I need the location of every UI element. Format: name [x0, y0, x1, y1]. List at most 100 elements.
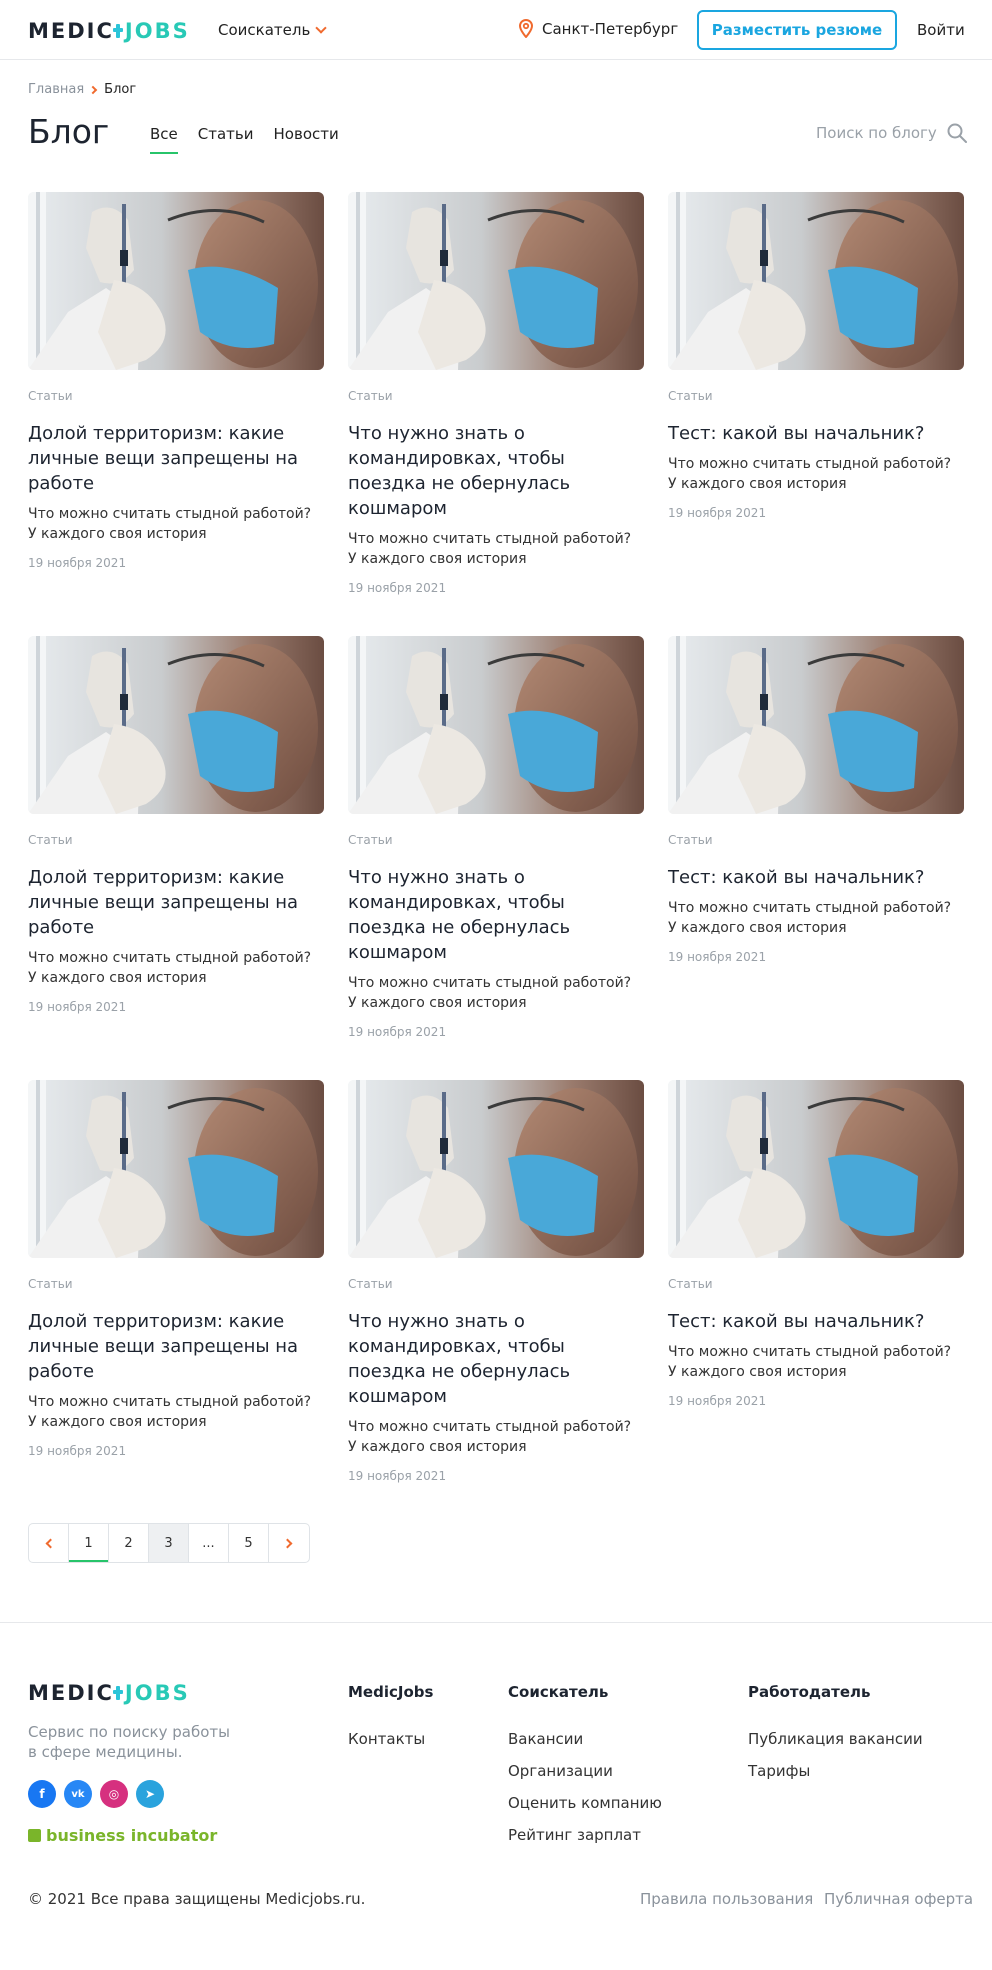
footer-link-contacts[interactable]: Контакты [348, 1723, 433, 1755]
role-dropdown[interactable]: Соискатель [218, 21, 327, 39]
article-card[interactable]: Статьи Тест: какой вы начальник? Что можно… [668, 636, 964, 964]
article-photo[interactable] [28, 636, 324, 814]
pagination-page-5[interactable]: 5 [229, 1524, 269, 1562]
pagination-ellipsis: ... [189, 1524, 229, 1562]
vk-icon[interactable]: vk [64, 1780, 92, 1808]
article-card[interactable]: Статьи Что нужно знать о командировках, ч… [348, 1080, 644, 1483]
article-title[interactable]: Тест: какой вы начальник? [668, 1309, 964, 1334]
site-logo[interactable]: MEDIC JOBS [28, 19, 190, 43]
social-links: f vk ◎ ➤ [28, 1780, 172, 1808]
breadcrumb-current: Блог [104, 82, 137, 97]
article-card[interactable]: Статьи Тест: какой вы начальник? Что можно… [668, 1080, 964, 1408]
incubator-icon [28, 1829, 41, 1842]
article-photo[interactable] [668, 636, 964, 814]
article-category[interactable]: Статьи [28, 389, 324, 405]
article-description: Что можно считать стыдной работой? У каж… [668, 456, 952, 492]
article-date: 19 ноября 2021 [28, 556, 127, 570]
article-title[interactable]: Долой территоризм: какие личные вещи зап… [28, 1309, 324, 1384]
pagination-page-2[interactable]: 2 [109, 1524, 149, 1562]
tab-all[interactable]: Все [150, 125, 178, 154]
article-card[interactable]: Статьи Что нужно знать о командировках, ч… [348, 192, 644, 595]
article-card[interactable]: Статьи Долой территоризм: какие личные ве… [28, 636, 324, 1014]
tab-articles[interactable]: Статьи [198, 125, 254, 154]
search-icon[interactable] [947, 123, 967, 143]
article-photo[interactable] [348, 1080, 644, 1258]
footer-link-rate-company[interactable]: Оценить компанию [508, 1787, 662, 1819]
pagination-prev-button[interactable] [29, 1524, 69, 1562]
article-title[interactable]: Что нужно знать о командировках, чтобы п… [348, 865, 644, 965]
article-photo[interactable] [28, 192, 324, 370]
blog-search[interactable]: Поиск по блогу [816, 123, 967, 143]
article-date: 19 ноября 2021 [28, 1444, 127, 1458]
article-title[interactable]: Долой территоризм: какие личные вещи зап… [28, 865, 324, 940]
logo-cross-icon [112, 1684, 123, 1702]
login-link[interactable]: Войти [917, 21, 965, 39]
tab-news[interactable]: Новости [274, 125, 339, 154]
article-photo[interactable] [668, 1080, 964, 1258]
footer-link-organizations[interactable]: Организации [508, 1755, 662, 1787]
article-description: Что можно считать стыдной работой? У каж… [348, 975, 632, 1011]
article-category[interactable]: Статьи [348, 833, 644, 849]
breadcrumb-home[interactable]: Главная [28, 82, 84, 97]
article-description: Что можно считать стыдной работой? У каж… [668, 1344, 952, 1380]
article-category[interactable]: Статьи [348, 389, 644, 405]
pagination-page-1[interactable]: 1 [69, 1524, 109, 1562]
article-title[interactable]: Что нужно знать о командировках, чтобы п… [348, 421, 644, 521]
blog-tabs: Все Статьи Новости [150, 125, 359, 154]
article-category[interactable]: Статьи [348, 1277, 644, 1293]
article-card[interactable]: Статьи Что нужно знать о командировках, ч… [348, 636, 644, 1039]
public-offer-link[interactable]: Публичная оферта [824, 1890, 973, 1908]
article-category[interactable]: Статьи [668, 833, 964, 849]
instagram-icon[interactable]: ◎ [100, 1780, 128, 1808]
footer-link-salary-rating[interactable]: Рейтинг зарплат [508, 1819, 662, 1851]
article-title[interactable]: Тест: какой вы начальник? [668, 421, 964, 446]
footer-column-title: Работодатель [748, 1683, 871, 1701]
footer-link-post-vacancy[interactable]: Публикация вакансии [748, 1723, 923, 1755]
logo-cross-icon [112, 22, 123, 40]
article-photo[interactable] [348, 636, 644, 814]
copyright-text: © 2021 Все права защищены Medicjobs.ru. [28, 1890, 366, 1908]
article-category[interactable]: Статьи [668, 389, 964, 405]
article-category[interactable]: Статьи [28, 1277, 324, 1293]
pagination-page-3[interactable]: 3 [149, 1524, 189, 1562]
footer-link-vacancies[interactable]: Вакансии [508, 1723, 662, 1755]
article-photo[interactable] [348, 192, 644, 370]
logo-text-medic: MEDIC [28, 1681, 114, 1705]
article-category[interactable]: Статьи [28, 833, 324, 849]
telegram-icon[interactable]: ➤ [136, 1780, 164, 1808]
logo-text-medic: MEDIC [28, 19, 114, 43]
article-title[interactable]: Долой территоризм: какие личные вещи зап… [28, 421, 324, 496]
article-description: Что можно считать стыдной работой? У каж… [348, 1419, 632, 1455]
footer-link-tariffs[interactable]: Тарифы [748, 1755, 923, 1787]
site-header: MEDIC JOBS Соискатель Санкт-Петербург Ра… [0, 0, 992, 60]
page-title: Блог [28, 112, 110, 151]
article-category[interactable]: Статьи [668, 1277, 964, 1293]
article-date: 19 ноября 2021 [668, 506, 767, 520]
article-card[interactable]: Статьи Тест: какой вы начальник? Что можно… [668, 192, 964, 520]
terms-link[interactable]: Правила пользования [640, 1890, 813, 1908]
footer-column-medicjobs: MedicJobs Контакты [348, 1683, 433, 1755]
article-title[interactable]: Тест: какой вы начальник? [668, 865, 964, 890]
article-description: Что можно считать стыдной работой? У каж… [28, 1394, 312, 1430]
pagination-next-button[interactable] [269, 1524, 309, 1562]
footer-logo[interactable]: MEDIC JOBS [28, 1681, 190, 1705]
article-photo[interactable] [668, 192, 964, 370]
article-description: Что можно считать стыдной работой? У каж… [28, 950, 312, 986]
logo-text-jobs: JOBS [124, 1681, 190, 1705]
breadcrumb: Главная Блог [28, 82, 136, 97]
pagination: 1 2 3 ... 5 [28, 1523, 310, 1563]
article-card[interactable]: Статьи Долой территоризм: какие личные ве… [28, 1080, 324, 1458]
location-pin-icon [519, 19, 533, 38]
chevron-down-icon [315, 22, 327, 34]
article-date: 19 ноября 2021 [28, 1000, 127, 1014]
article-card[interactable]: Статьи Долой территоризм: какие личные ве… [28, 192, 324, 570]
article-description: Что можно считать стыдной работой? У каж… [668, 900, 952, 936]
article-title[interactable]: Что нужно знать о командировках, чтобы п… [348, 1309, 644, 1409]
article-photo[interactable] [28, 1080, 324, 1258]
business-incubator-logo[interactable]: business incubator [28, 1826, 217, 1845]
role-label: Соискатель [218, 21, 311, 39]
footer-tagline: Сервис по поиску работы в сфере медицины… [28, 1723, 230, 1761]
post-resume-button[interactable]: Разместить резюме [697, 10, 897, 50]
city-selector[interactable]: Санкт-Петербург [519, 19, 678, 38]
facebook-icon[interactable]: f [28, 1780, 56, 1808]
